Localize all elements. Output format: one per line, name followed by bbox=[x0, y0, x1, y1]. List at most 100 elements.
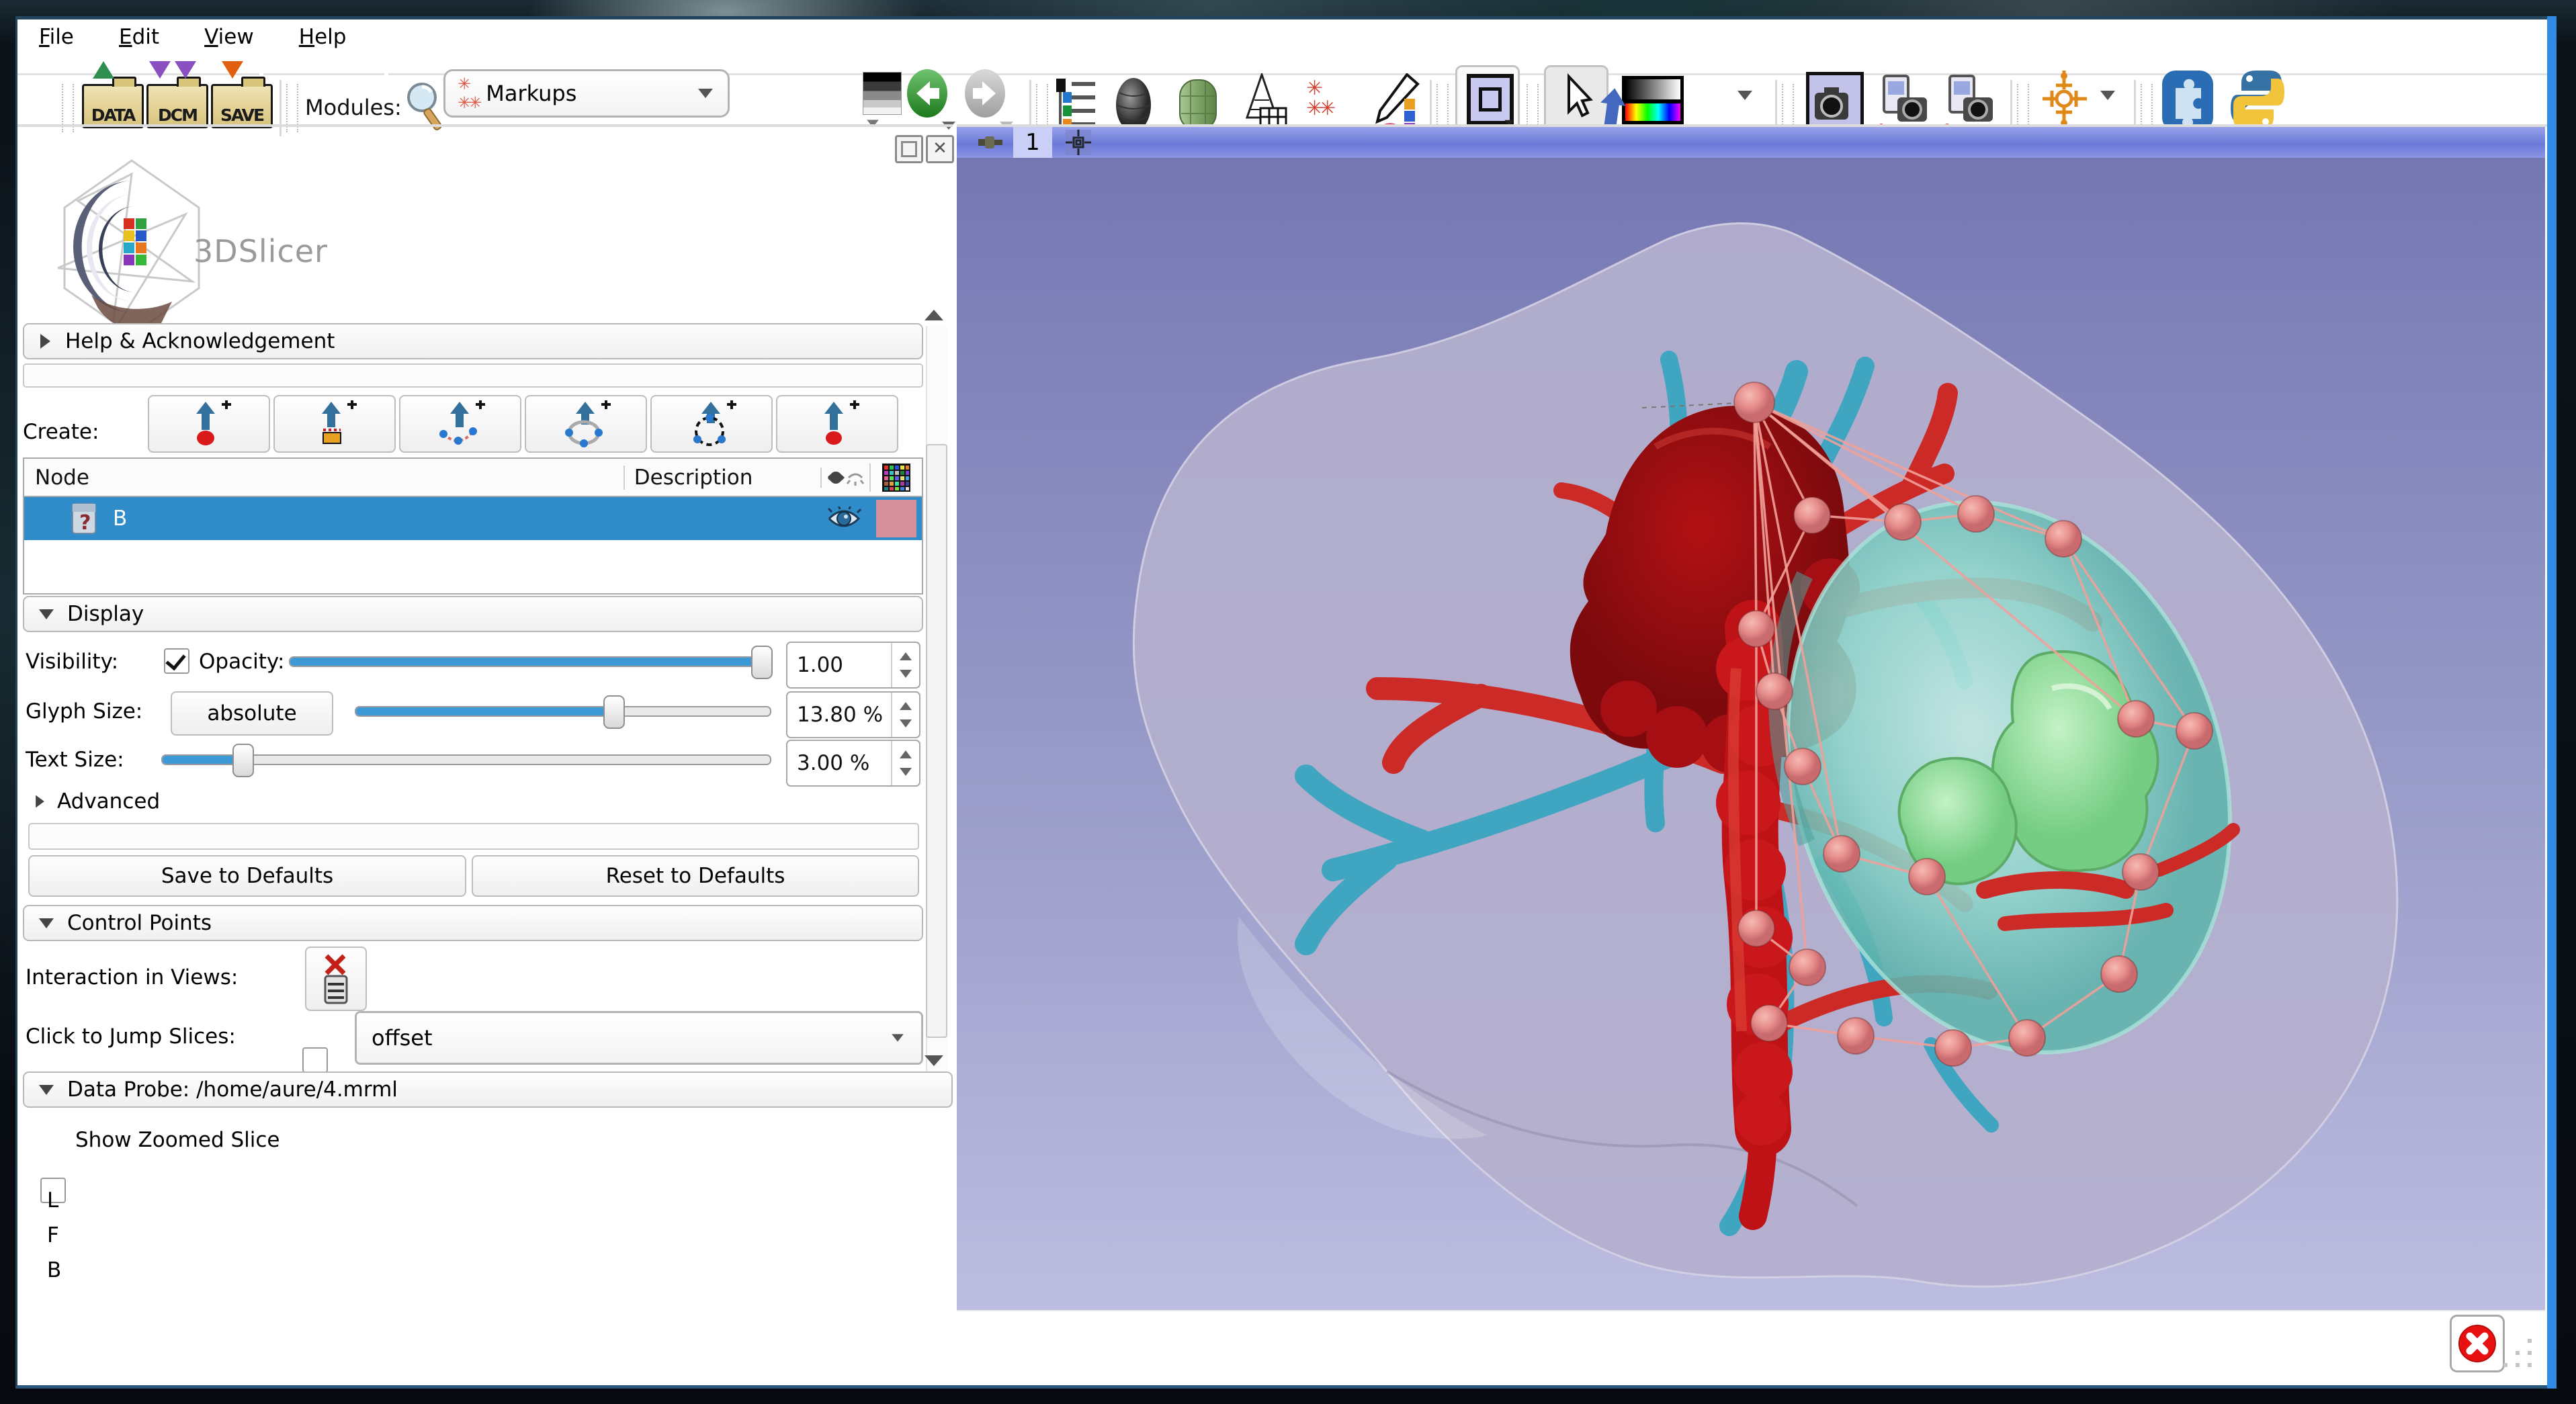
slider-fill bbox=[356, 707, 613, 715]
advanced-toggle[interactable]: Advanced bbox=[35, 789, 160, 814]
spin-down-icon[interactable] bbox=[900, 670, 912, 678]
jump-slices-checkbox[interactable] bbox=[302, 1047, 328, 1073]
menu-edit[interactable]: Edit bbox=[119, 25, 159, 49]
load-dicom-button[interactable]: DCM bbox=[146, 84, 208, 128]
column-description[interactable]: Description bbox=[624, 466, 821, 490]
control-point[interactable] bbox=[1885, 504, 1921, 540]
node-name: B bbox=[113, 507, 127, 531]
control-point[interactable] bbox=[2009, 1020, 2045, 1056]
panel-close-button[interactable]: ✕ bbox=[926, 135, 954, 163]
menu-help[interactable]: Help bbox=[299, 25, 347, 49]
divider bbox=[280, 80, 282, 136]
node-color-swatch[interactable] bbox=[876, 500, 916, 537]
back-button[interactable] bbox=[903, 68, 955, 130]
control-point[interactable] bbox=[2122, 854, 2159, 890]
view-crosshair-icon[interactable] bbox=[1063, 128, 1094, 157]
control-point[interactable] bbox=[1738, 611, 1774, 647]
control-point[interactable] bbox=[1734, 382, 1774, 423]
create-point-list-button[interactable] bbox=[148, 395, 270, 453]
python-console-button[interactable] bbox=[2229, 68, 2286, 132]
section-control-points[interactable]: Control Points bbox=[23, 905, 923, 941]
visibility-eye-icon[interactable] bbox=[826, 507, 861, 531]
opacity-spinbox[interactable]: 1.00 bbox=[786, 642, 920, 689]
scrollbar-up-button[interactable] bbox=[925, 310, 943, 320]
place-markup-icon[interactable]: ✳✳✳ bbox=[1306, 79, 1332, 119]
subject-hierarchy-icon[interactable] bbox=[1055, 77, 1099, 131]
opacity-label: Opacity: bbox=[199, 650, 284, 674]
scrollbar-thumb[interactable] bbox=[926, 444, 947, 1038]
spin-down-icon[interactable] bbox=[900, 768, 912, 776]
interaction-toggle-icon bbox=[317, 953, 355, 1004]
save-to-defaults-button[interactable]: Save to Defaults bbox=[28, 855, 466, 897]
glyph-size-spinbox[interactable]: 13.80 % bbox=[786, 691, 920, 738]
view3d-viewport[interactable] bbox=[957, 158, 2545, 1310]
control-point[interactable] bbox=[1738, 910, 1774, 947]
control-point[interactable] bbox=[1756, 673, 1793, 709]
panel-float-button[interactable] bbox=[895, 135, 923, 163]
control-point[interactable] bbox=[1794, 497, 1830, 533]
menu-view[interactable]: View bbox=[204, 25, 254, 49]
module-history-icon[interactable] bbox=[863, 72, 902, 115]
column-node[interactable]: Node bbox=[24, 466, 624, 490]
section-display[interactable]: Display bbox=[23, 596, 923, 632]
section-label: Control Points bbox=[67, 911, 212, 935]
control-point[interactable] bbox=[1789, 949, 1826, 985]
visibility-checkbox[interactable] bbox=[164, 648, 189, 674]
slider-handle[interactable] bbox=[603, 695, 625, 729]
advanced-label: Advanced bbox=[57, 789, 160, 814]
control-point[interactable] bbox=[1838, 1018, 1874, 1054]
button-label: Reset to Defaults bbox=[606, 864, 785, 888]
spin-up-icon[interactable] bbox=[900, 702, 912, 710]
jump-mode-combobox[interactable]: offset bbox=[355, 1011, 923, 1065]
control-point[interactable] bbox=[1785, 748, 1821, 785]
interaction-views-button[interactable] bbox=[305, 947, 367, 1011]
create-plane-button[interactable] bbox=[776, 395, 898, 453]
pin-icon[interactable] bbox=[976, 131, 1005, 154]
control-point[interactable] bbox=[1751, 1005, 1787, 1041]
view3d-tab[interactable]: 1 bbox=[1013, 127, 1052, 158]
control-point[interactable] bbox=[1823, 836, 1860, 872]
save-button[interactable]: SAVE bbox=[211, 84, 273, 128]
slider-fill bbox=[290, 658, 770, 666]
create-angle-button[interactable] bbox=[650, 395, 773, 453]
opacity-slider[interactable] bbox=[289, 656, 771, 667]
plane-icon bbox=[807, 400, 867, 447]
create-open-curve-button[interactable] bbox=[399, 395, 521, 453]
forward-button[interactable] bbox=[961, 68, 1013, 130]
spin-up-icon[interactable] bbox=[900, 750, 912, 758]
control-point[interactable] bbox=[2176, 713, 2213, 749]
layout-selector-button[interactable] bbox=[1455, 65, 1520, 131]
chevron-down-icon[interactable] bbox=[2100, 91, 2115, 100]
control-point[interactable] bbox=[2118, 701, 2154, 737]
control-point[interactable] bbox=[1935, 1030, 1971, 1066]
scrollbar-down-button[interactable] bbox=[925, 1055, 943, 1066]
module-selector[interactable]: ✳✳✳ Markups bbox=[443, 69, 730, 118]
create-line-button[interactable] bbox=[273, 395, 396, 453]
text-size-slider[interactable] bbox=[161, 754, 771, 765]
glyph-mode-button[interactable]: absolute bbox=[171, 691, 333, 736]
chevron-down-icon[interactable] bbox=[1737, 91, 1752, 100]
spin-up-icon[interactable] bbox=[900, 652, 912, 660]
glyph-size-slider[interactable] bbox=[355, 706, 771, 717]
delete-markup-button[interactable] bbox=[2450, 1315, 2505, 1372]
column-visibility[interactable] bbox=[820, 468, 869, 488]
reset-to-defaults-button[interactable]: Reset to Defaults bbox=[472, 855, 919, 897]
create-closed-curve-button[interactable] bbox=[525, 395, 647, 453]
control-point[interactable] bbox=[2101, 956, 2137, 992]
column-color[interactable] bbox=[869, 464, 922, 492]
section-data-probe[interactable]: Data Probe: /home/aure/4.mrml bbox=[23, 1071, 953, 1108]
slider-handle[interactable] bbox=[232, 744, 254, 777]
control-point[interactable] bbox=[1958, 496, 1994, 532]
extensions-manager-button[interactable] bbox=[2161, 69, 2217, 132]
menu-file[interactable]: File bbox=[39, 25, 74, 49]
control-point[interactable] bbox=[2045, 521, 2081, 557]
slider-handle[interactable] bbox=[751, 646, 773, 679]
load-data-arrow-icon bbox=[93, 61, 114, 79]
table-row[interactable]: ? B bbox=[24, 497, 922, 540]
text-size-spinbox[interactable]: 3.00 % bbox=[786, 740, 920, 787]
spin-down-icon[interactable] bbox=[900, 719, 912, 728]
section-help-acknowledgement[interactable]: Help & Acknowledgement bbox=[23, 323, 923, 359]
load-data-button[interactable]: DATA bbox=[82, 84, 144, 128]
crosshair-button[interactable] bbox=[2036, 69, 2092, 131]
control-point[interactable] bbox=[1909, 859, 1945, 895]
